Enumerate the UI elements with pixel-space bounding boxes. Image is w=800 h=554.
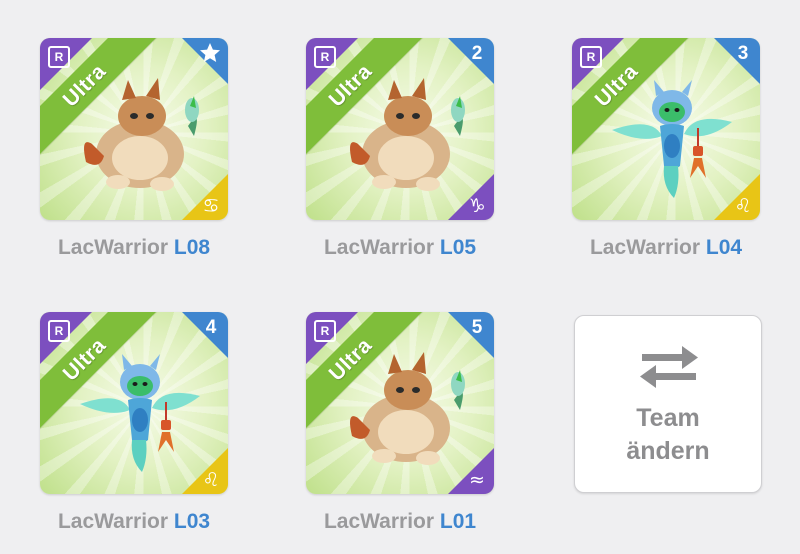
- rarity-badge-icon: R: [314, 320, 336, 342]
- change-team-button[interactable]: Team ändern: [574, 315, 762, 493]
- monster-level: L08: [173, 236, 211, 259]
- leader-star-icon: [200, 43, 220, 62]
- monster-card[interactable]: Ultra R 5 ≈: [306, 312, 494, 494]
- team-grid: Ultra R ♋ LacWarrior L08 Ultra R 2 ♑ Lac…: [0, 0, 800, 554]
- monster-name-label: LacWarrior L04: [572, 236, 760, 260]
- monster-level: L04: [705, 236, 743, 259]
- slot-number: 5: [471, 317, 483, 338]
- monster-level: L05: [439, 236, 477, 259]
- rarity-badge-icon: R: [48, 46, 70, 68]
- aquarius-icon: ≈: [469, 469, 485, 491]
- monster-card[interactable]: Ultra R 3 ♌: [572, 38, 760, 220]
- rarity-ribbon: Ultra R: [572, 38, 692, 158]
- monster-name-label: LacWarrior L08: [40, 236, 228, 260]
- slot-number: 3: [737, 43, 749, 64]
- monster-level: L03: [173, 510, 211, 533]
- rarity-badge-icon: R: [48, 320, 70, 342]
- slot-number: 4: [205, 317, 217, 338]
- leo-icon: ♌: [734, 195, 752, 217]
- rarity-ribbon: Ultra R: [306, 38, 426, 158]
- capricorn-icon: ♑: [468, 195, 486, 217]
- monster-name: LacWarrior: [323, 510, 435, 533]
- change-team-line1: Team: [636, 404, 700, 432]
- monster-level: L01: [439, 510, 477, 533]
- change-team-line2: ändern: [626, 437, 710, 465]
- monster-slot-3[interactable]: Ultra R 3 ♌ LacWarrior L04: [572, 38, 760, 273]
- monster-name-label: LacWarrior L03: [40, 510, 228, 534]
- leo-icon: ♌: [202, 469, 220, 491]
- change-team-label: Team ändern: [575, 402, 761, 468]
- monster-name-label: LacWarrior L05: [306, 236, 494, 260]
- slot-number: 2: [471, 43, 483, 64]
- monster-name: LacWarrior: [323, 236, 435, 259]
- monster-slot-1[interactable]: Ultra R ♋ LacWarrior L08: [40, 38, 228, 273]
- monster-name: LacWarrior: [589, 236, 701, 259]
- swap-arrows-icon: [640, 346, 698, 388]
- rarity-badge-icon: R: [314, 46, 336, 68]
- monster-card[interactable]: Ultra R ♋: [40, 38, 228, 220]
- monster-slot-5[interactable]: Ultra R 5 ≈ LacWarrior L01: [306, 312, 494, 547]
- monster-card[interactable]: Ultra R 4 ♌: [40, 312, 228, 494]
- cancer-icon: ♋: [202, 195, 220, 217]
- rarity-ribbon: Ultra R: [40, 38, 160, 158]
- monster-slot-4[interactable]: Ultra R 4 ♌ LacWarrior L03: [40, 312, 228, 547]
- monster-slot-2[interactable]: Ultra R 2 ♑ LacWarrior L05: [306, 38, 494, 273]
- monster-name: LacWarrior: [57, 236, 169, 259]
- rarity-ribbon: Ultra R: [40, 312, 160, 432]
- monster-name: LacWarrior: [57, 510, 169, 533]
- monster-name-label: LacWarrior L01: [306, 510, 494, 534]
- rarity-ribbon: Ultra R: [306, 312, 426, 432]
- rarity-badge-icon: R: [580, 46, 602, 68]
- monster-card[interactable]: Ultra R 2 ♑: [306, 38, 494, 220]
